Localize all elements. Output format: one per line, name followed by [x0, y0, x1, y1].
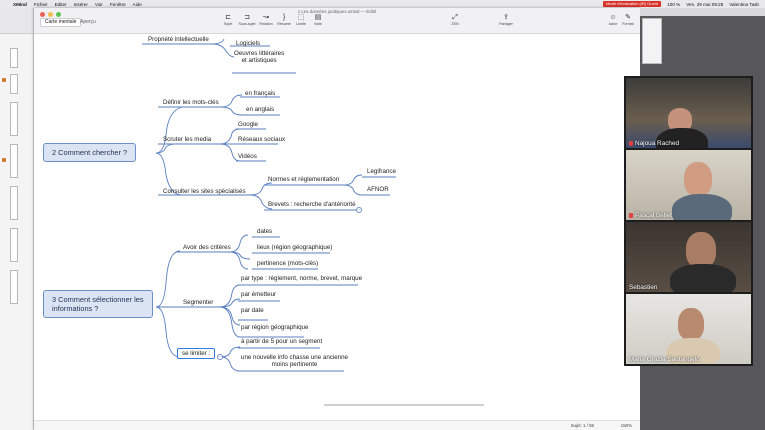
zoom-level[interactable]: 150% — [621, 423, 632, 428]
slide-thumbnail[interactable] — [10, 186, 18, 220]
subtopic-pertinence[interactable]: pertinence (mots-clés) — [257, 260, 318, 267]
menu-file[interactable]: Fichier — [34, 2, 48, 7]
participant-name: Pascal Bellet — [635, 212, 672, 219]
battery-status[interactable]: 100 % — [667, 2, 680, 7]
slide-thumbnail[interactable] — [10, 270, 18, 304]
menu-app[interactable]: XMind — [13, 2, 27, 7]
subtopic-brevets[interactable]: Brevets : recherche d'antériorité — [268, 201, 356, 208]
subtopic-en-francais[interactable]: en français — [245, 90, 275, 97]
muted-mic-icon — [629, 140, 633, 146]
subtopic-en-anglais[interactable]: en anglais — [246, 106, 274, 113]
subtopic-par-emetteur[interactable]: par émetteur — [241, 291, 276, 298]
background-document — [642, 18, 662, 64]
video-gallery: Najoua Rached Pascal Bellet Sebastien Ma… — [624, 76, 753, 366]
note-icon: ▤ — [314, 14, 322, 21]
participant-name: Maria Grazia Santangelo — [629, 356, 700, 363]
slide-marker — [2, 158, 6, 162]
toolbar-share-button[interactable]: ⇪ Partager — [495, 14, 517, 26]
menu-insert[interactable]: Insérer — [74, 2, 88, 7]
subtopic-lieux[interactable]: lieux (région géographique) — [257, 244, 332, 251]
subtopic-dates[interactable]: dates — [257, 228, 272, 235]
menu-help[interactable]: Aide — [133, 2, 142, 7]
format-icon: ✎ — [625, 14, 631, 21]
xmind-window: 1 Les données juridiques.xmind — Édité C… — [34, 8, 640, 430]
subtopic-afnor[interactable]: AFNOR — [367, 186, 389, 193]
collapse-toggle-icon[interactable]: – — [217, 354, 223, 360]
window-title: 1 Les données juridiques.xmind — Édité — [297, 9, 377, 14]
subtopic-reseaux-sociaux[interactable]: Réseaux sociaux — [238, 136, 285, 143]
subtopic-nouvelle-info[interactable]: une nouvelle info chasse une ancienne mo… — [241, 354, 348, 368]
tab-mind-map[interactable]: Carte mentale — [40, 18, 82, 27]
title-bar: 1 Les données juridiques.xmind — Édité C… — [34, 8, 640, 34]
subtopic-a-partir-de-5[interactable]: à partir de 5 pour un segment — [241, 338, 322, 345]
participant-name: Sebastien — [629, 284, 658, 291]
menu-bar-extras: Mode d'évaluation (IR) Ouvrir 100 % Ven.… — [603, 0, 759, 8]
status-bar: Sujet: 1 / 59 150% — [34, 420, 640, 430]
subtopic-logiciels[interactable]: Logiciels — [236, 40, 260, 47]
participant-body — [670, 264, 736, 292]
video-tile[interactable]: Pascal Bellet — [626, 150, 751, 220]
menu-window[interactable]: Fenêtre — [110, 2, 126, 7]
toolbar-zen-button[interactable]: ⤢ ZEN — [444, 14, 466, 26]
share-icon: ⇪ — [503, 14, 509, 21]
participant-avatar — [678, 308, 704, 340]
participant-avatar — [686, 232, 716, 268]
slide-thumbnail[interactable] — [10, 228, 18, 262]
subtopic-par-date[interactable]: par date — [241, 307, 264, 314]
subtopic-oeuvres[interactable]: Oeuvres littéraires et artistiques — [234, 50, 284, 64]
subtopic-par-type[interactable]: par type : règlement, norme, brevet, mar… — [241, 275, 362, 282]
subtopic-videos[interactable]: Vidéos — [238, 153, 257, 160]
topic-definir-mots-cles[interactable]: Définir les mots-clés — [163, 99, 219, 106]
topic-propriete-intellectuelle[interactable]: Propriété intellectuelle — [148, 36, 209, 43]
main-topic-comment-selectionner[interactable]: 3 Comment sélectionner les informations … — [43, 290, 153, 318]
participant-name: Najoua Rached — [635, 140, 680, 147]
recording-badge[interactable]: Mode d'évaluation (IR) Ouvrir — [603, 1, 662, 7]
main-topic-comment-chercher[interactable]: 2 Comment chercher ? — [43, 143, 137, 162]
topic-avoir-criteres[interactable]: Avoir des critères — [183, 244, 231, 251]
participant-body — [672, 194, 732, 220]
slide-thumbnail[interactable] — [10, 144, 18, 178]
slide-thumbnail[interactable] — [10, 102, 18, 136]
topic-se-limiter-selected[interactable]: se limiter : — [177, 348, 216, 359]
toolbar-note-button[interactable]: ▤ Note — [307, 14, 329, 26]
video-tile[interactable]: Sebastien — [626, 222, 751, 292]
topic-consulter-sites[interactable]: Consulter les sites spécialisés — [163, 188, 246, 195]
subtopic-google[interactable]: Google — [238, 121, 258, 128]
collapse-toggle-icon[interactable]: – — [356, 207, 362, 213]
zen-icon: ⤢ — [452, 14, 458, 21]
topic-segmenter[interactable]: Segmenter — [183, 299, 213, 306]
menu-bar: XMind Fichier Editer Insérer Voir Fenêtr… — [0, 0, 765, 8]
clock[interactable]: Ven. 29 mai 09:28 — [686, 2, 723, 7]
slide-thumbnail[interactable] — [10, 48, 18, 68]
menu-view[interactable]: Voir — [95, 2, 103, 7]
slide-thumbnail[interactable] — [10, 74, 18, 94]
background-window-strip — [640, 8, 765, 16]
subtopic-normes-reglementation[interactable]: Normes et réglementation — [268, 176, 339, 183]
mind-map-canvas[interactable]: Propriété intellectuelle Logiciels Oeuvr… — [34, 35, 640, 420]
subtopic-par-region[interactable]: par région géographique — [241, 324, 308, 331]
slide-marker — [2, 78, 6, 82]
topic-count: Sujet: 1 / 59 — [570, 423, 594, 428]
user-name[interactable]: Valentina Tasb — [729, 2, 759, 7]
background-app-strip — [0, 8, 34, 430]
toolbar-format-button[interactable]: ✎ Format — [617, 14, 639, 26]
subtopic-legifrance[interactable]: Legifrance — [367, 168, 396, 175]
topic-scruter-media[interactable]: Scruter les media — [163, 136, 211, 143]
participant-avatar — [684, 162, 712, 196]
menu-edit[interactable]: Editer — [55, 2, 67, 7]
video-tile[interactable]: Maria Grazia Santangelo — [626, 294, 751, 364]
muted-mic-icon — [629, 212, 633, 218]
horizontal-scrollbar[interactable] — [324, 404, 484, 406]
video-tile[interactable]: Najoua Rached — [626, 78, 751, 148]
tab-preview[interactable]: Aperçu — [80, 18, 96, 27]
background-toolbar — [0, 8, 33, 34]
